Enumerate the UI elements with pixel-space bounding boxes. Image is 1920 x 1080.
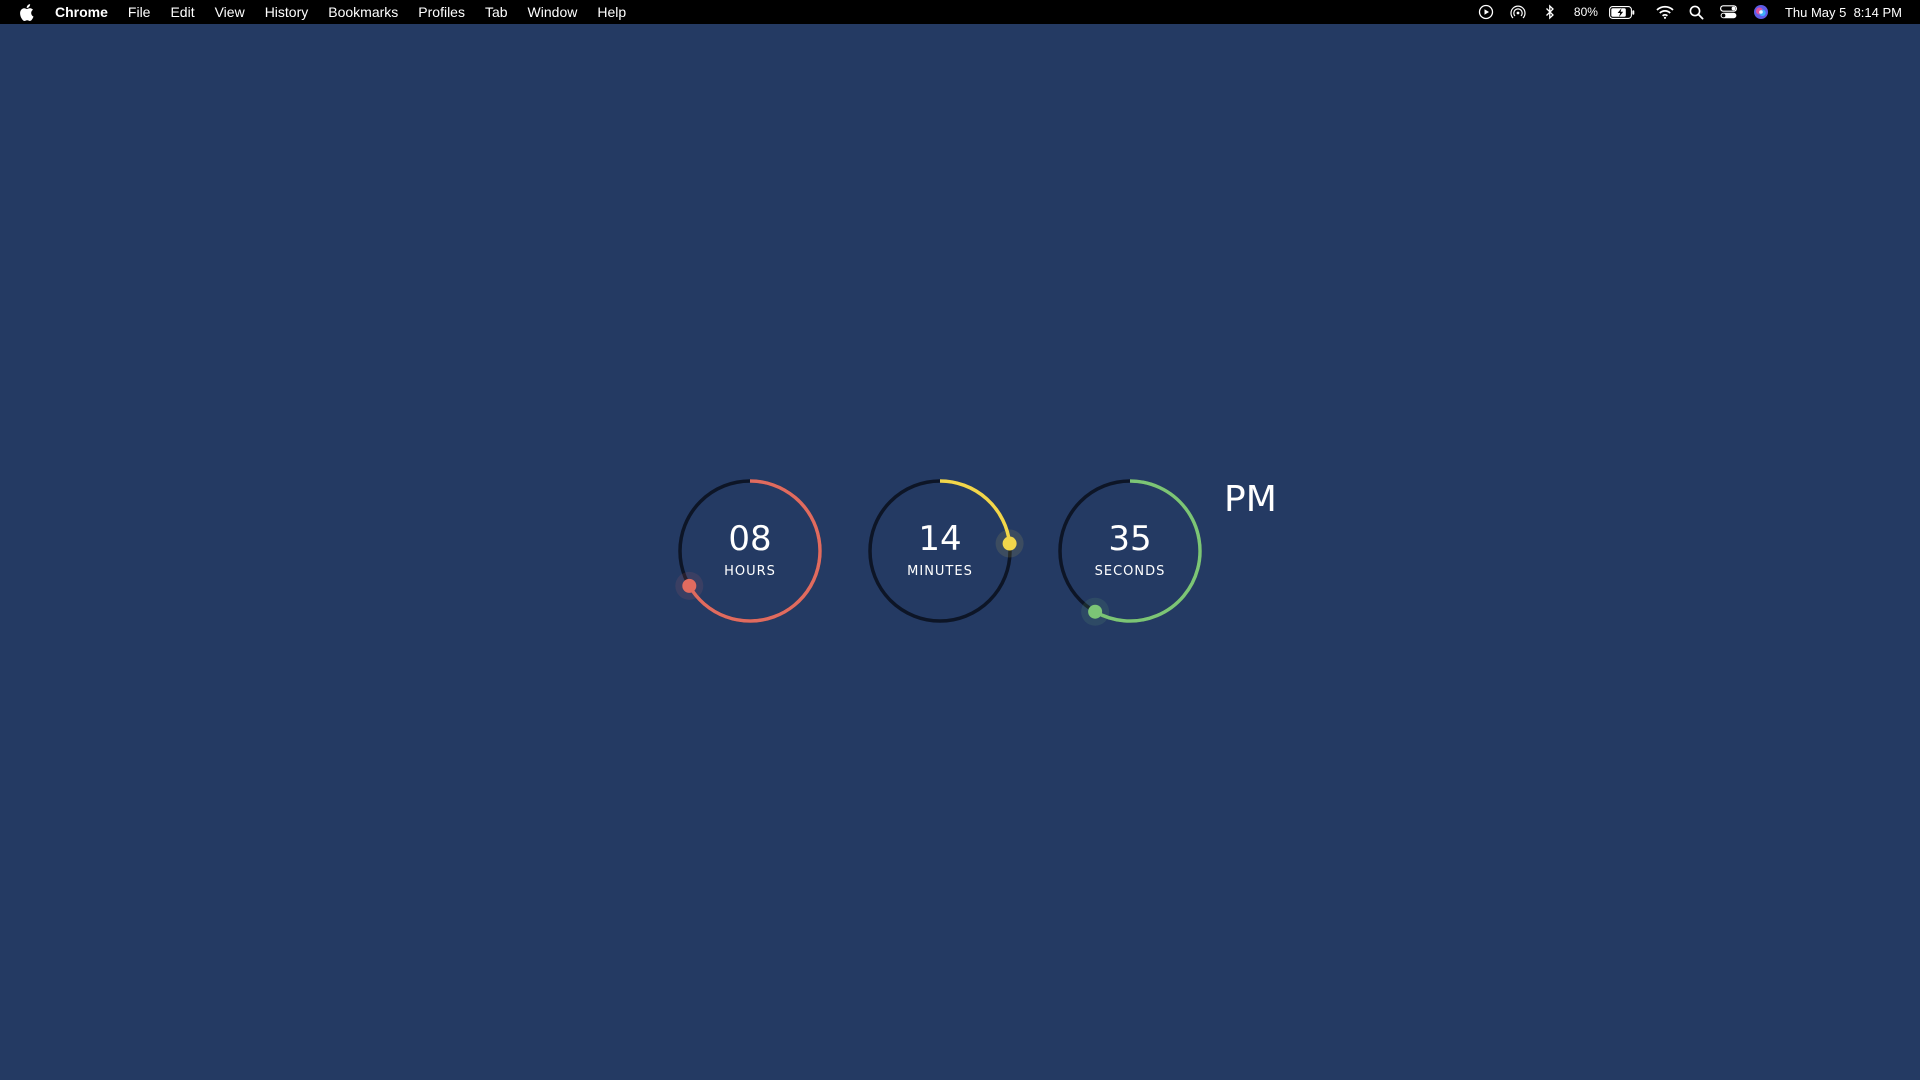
seconds-dial: 35 SECONDS xyxy=(1050,471,1210,631)
am-pm-indicator: PM xyxy=(1224,479,1277,520)
seconds-handle-dot xyxy=(1088,604,1103,619)
hours-handle-dot xyxy=(682,578,697,593)
hours-value: 08 xyxy=(728,519,772,559)
hours-dial: 08 HOURS xyxy=(670,471,830,631)
hours-label: HOURS xyxy=(724,564,776,579)
seconds-value: 35 xyxy=(1108,519,1152,559)
minutes-dial: 14 MINUTES xyxy=(860,471,1024,631)
seconds-label: SECONDS xyxy=(1094,564,1166,579)
minutes-label: MINUTES xyxy=(907,564,973,579)
clock-face: 08 HOURS 14 MINUTES 35 SECONDS PM xyxy=(0,0,1920,1080)
minutes-value: 14 xyxy=(918,519,962,559)
